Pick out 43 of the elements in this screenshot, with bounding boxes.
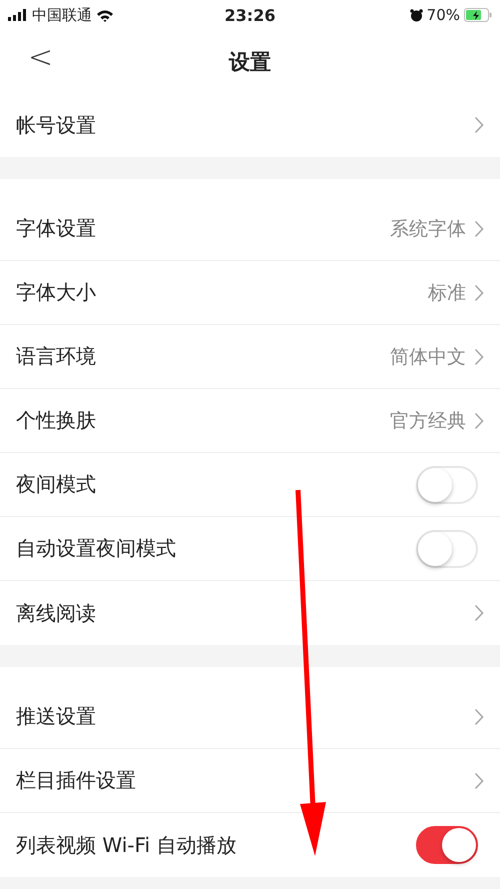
row-label: 个性换肤 (16, 407, 97, 434)
toggle-switch[interactable] (416, 826, 478, 864)
settings-row[interactable]: 个性换肤 官方经典 (0, 389, 500, 453)
settings-row[interactable]: 列表视频 Wi-Fi 自动播放 (0, 813, 500, 877)
settings-row[interactable]: 字体设置 系统字体 (0, 197, 500, 261)
battery-percent: 70% (426, 6, 460, 24)
settings-row[interactable]: 推送设置 (0, 685, 500, 749)
alarm-icon (410, 8, 423, 22)
row-label: 栏目插件设置 (16, 767, 137, 794)
row-value: 简体中文 (390, 344, 466, 370)
row-value: 标准 (428, 280, 466, 306)
chevron-icon (474, 604, 484, 622)
row-label: 夜间模式 (16, 471, 97, 498)
row-value: 系统字体 (390, 216, 466, 242)
signal-icon (8, 9, 28, 21)
row-label: 语言环境 (16, 343, 97, 370)
status-time: 23:26 (224, 6, 276, 24)
row-label: 列表视频 Wi-Fi 自动播放 (16, 832, 238, 858)
page-title: 设置 (229, 48, 271, 76)
carrier-name: 中国联通 (32, 6, 92, 24)
chevron-icon (474, 708, 484, 726)
row-label: 帐号设置 (16, 112, 97, 138)
wifi-icon (96, 8, 114, 22)
settings-row[interactable]: 语言环境 简体中文 (0, 325, 500, 389)
row-label: 离线阅读 (16, 600, 97, 626)
settings-row[interactable]: 离线阅读 (0, 581, 500, 645)
row-label: 自动设置夜间模式 (16, 535, 177, 562)
settings-row[interactable]: 帐号设置 (0, 93, 500, 157)
chevron-icon (474, 284, 484, 302)
chevron-icon (474, 348, 484, 366)
chevron-icon (474, 116, 484, 134)
settings-row[interactable]: 夜间模式 (0, 453, 500, 517)
back-button[interactable]: < (28, 40, 54, 75)
battery-icon (464, 8, 492, 22)
row-label: 字体设置 (16, 215, 97, 242)
row-label: 字体大小 (16, 279, 97, 306)
row-label: 推送设置 (16, 703, 97, 730)
settings-row[interactable]: 字体大小 标准 (0, 261, 500, 325)
chevron-icon (474, 772, 484, 790)
settings-row[interactable]: 自动设置夜间模式 (0, 517, 500, 581)
chevron-icon (474, 220, 484, 238)
row-value: 官方经典 (390, 408, 466, 434)
chevron-icon (474, 412, 484, 430)
